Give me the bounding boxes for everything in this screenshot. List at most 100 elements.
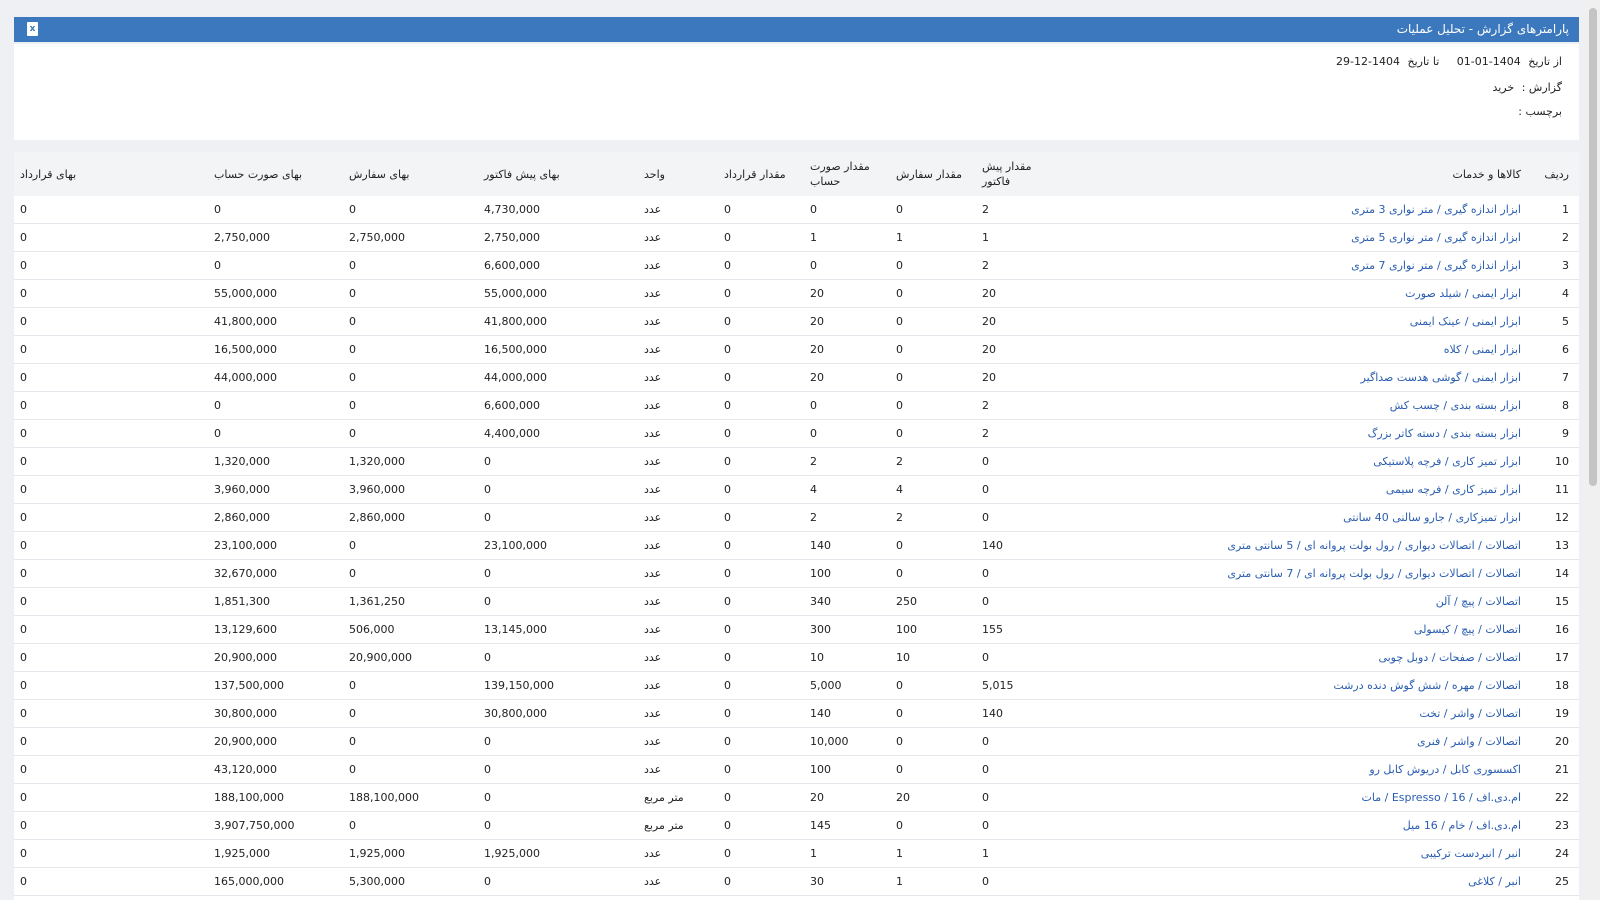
cell-unit: عدد [638,699,718,728]
table-row: 24 انبر / انبردست ترکیبی 1 1 1 0 عدد 1,925,000 1… [14,839,1579,868]
cell-contract-price: 0 [14,783,208,812]
table-row: 10 ابزار تمیز کاری / فرچه پلاستیکی 0 2 2 0 عدد… [14,447,1579,476]
cell-unit: متر مربع [638,783,718,812]
col-header-invoice-price[interactable]: بهای صورت حساب [208,152,343,196]
table-row: 1 ابزار اندازه گیری / متر نواری 3 متری 2 0 0… [14,196,1579,224]
cell-row-number: 3 [1533,251,1579,280]
excel-export-icon[interactable]: x [27,22,38,36]
cell-contract-price: 0 [14,279,208,308]
cell-order-qty: 0 [890,279,976,308]
cell-proforma-price: 4,730,000 [478,196,638,224]
cell-contract-qty: 0 [718,783,804,812]
cell-invoice-qty: 10 [804,643,890,672]
cell-proforma-price: 44,000,000 [478,363,638,392]
cell-unit: متر مربع [638,811,718,840]
cell-invoice-price: 0 [208,251,343,280]
cell-proforma-price: 41,800,000 [478,307,638,336]
cell-contract-price: 0 [14,363,208,392]
cell-item-link[interactable]: ابزار بسته بندی / دسته کاتر بزرگ [1061,419,1533,448]
cell-item-link[interactable]: اتصالات / صفحات / دوبل چوبی [1061,643,1533,672]
cell-order-qty: 0 [890,727,976,756]
cell-item-link[interactable]: ابزار اندازه گیری / متر نواری 5 متری [1061,223,1533,252]
cell-item-link[interactable]: ابزار ایمنی / کلاه [1061,335,1533,364]
cell-order-price: 2,750,000 [343,223,478,252]
cell-item-link[interactable]: اتصالات / واشر / تخت [1061,699,1533,728]
col-header-contract-qty[interactable]: مقدار قرارداد [718,152,804,196]
table-row: 22 ام.دی.اف / Espresso / 16 / مات 0 20 20 0 مت… [14,783,1579,812]
vertical-scrollbar[interactable] [1586,0,1600,900]
cell-item-link[interactable]: ابزار ایمنی / شیلد صورت [1061,279,1533,308]
cell-contract-price: 0 [14,643,208,672]
cell-proforma-qty: 0 [976,559,1061,588]
cell-contract-qty: 0 [718,643,804,672]
cell-order-price: 0 [343,279,478,308]
cell-proforma-qty: 0 [976,811,1061,840]
cell-contract-qty: 0 [718,811,804,840]
cell-item-link[interactable]: ام.دی.اف / خام / 16 میل [1061,811,1533,840]
cell-item-link[interactable]: انبر / انبردست ترکیبی [1061,839,1533,868]
cell-row-number: 4 [1533,279,1579,308]
cell-order-price: 0 [343,335,478,364]
cell-contract-qty: 0 [718,839,804,868]
col-header-row-number[interactable]: ردیف [1533,152,1579,196]
table-row: 21 اکسسوری کابل / دریوش کابل رو 0 0 100 0 عدد 0… [14,755,1579,784]
cell-row-number: 8 [1533,391,1579,420]
col-header-contract-price[interactable]: بهای قرارداد [14,152,208,196]
cell-row-number: 14 [1533,559,1579,588]
cell-item-link[interactable]: ابزار ایمنی / عینک ایمنی [1061,307,1533,336]
report-params-header: x پارامترهای گزارش - تحلیل عملیات [14,17,1579,42]
col-header-proforma-price[interactable]: بهای پیش فاکتور [478,152,638,196]
cell-proforma-price: 0 [478,559,638,588]
cell-invoice-price: 16,500,000 [208,335,343,364]
cell-row-number: 21 [1533,755,1579,784]
cell-item-link[interactable]: اتصالات / اتصالات دیواری / رول بولت پروا… [1061,531,1533,560]
cell-item-link[interactable]: اتصالات / اتصالات دیواری / رول بولت پروا… [1061,559,1533,588]
cell-item-link[interactable]: ابزار تمیزکاری / جارو سالنی 40 سانتی [1061,503,1533,532]
operations-table-container: ردیف کالاها و خدمات مقدار پیش فاکتور مقد… [14,152,1579,900]
cell-item-link[interactable]: ابزار بسته بندی / چسب کش [1061,391,1533,420]
cell-invoice-price: 3,960,000 [208,475,343,504]
cell-item-link[interactable]: انبر / کلاغی [1061,867,1533,896]
cell-row-number: 16 [1533,615,1579,644]
cell-order-price: 0 [343,699,478,728]
cell-item-link[interactable]: ابزار تمیز کاری / فرچه پلاستیکی [1061,447,1533,476]
cell-item-link[interactable]: اکسسوری کابل / دریوش کابل رو [1061,755,1533,784]
report-type-line: گزارش : خرید [1488,81,1562,94]
cell-item-link[interactable]: اتصالات / واشر / فنری [1061,727,1533,756]
col-header-order-price[interactable]: بهای سفارش [343,152,478,196]
cell-invoice-qty: 140 [804,531,890,560]
cell-contract-price: 0 [14,699,208,728]
col-header-invoice-qty[interactable]: مقدار صورت حساب [804,152,890,196]
cell-contract-qty: 0 [718,279,804,308]
cell-item-link[interactable]: اتصالات / پیچ / کیسولی [1061,615,1533,644]
cell-item-link[interactable]: ابزار اندازه گیری / متر نواری 3 متری [1061,196,1533,224]
col-header-unit[interactable]: واحد [638,152,718,196]
cell-unit: عدد [638,643,718,672]
cell-item-link[interactable]: ابزار تمیز کاری / فرچه سیمی [1061,475,1533,504]
cell-invoice-price: 0 [208,391,343,420]
cell-item-link[interactable]: ام.دی.اف / Espresso / 16 / مات [1061,783,1533,812]
cell-row-number: 5 [1533,307,1579,336]
cell-item-link[interactable]: اتصالات / مهره / شش گوش دنده درشت [1061,671,1533,700]
cell-order-price: 0 [343,727,478,756]
cell-item-link[interactable]: اتصالات / پیچ / آلن [1061,587,1533,616]
cell-unit: عدد [638,223,718,252]
cell-invoice-price: 55,000,000 [208,279,343,308]
cell-unit: عدد [638,419,718,448]
scrollbar-thumb[interactable] [1589,8,1597,486]
cell-item-link[interactable]: ابزار اندازه گیری / متر نواری 7 متری [1061,251,1533,280]
col-header-proforma-qty[interactable]: مقدار پیش فاکتور [976,152,1061,196]
cell-proforma-price: 1,925,000 [478,839,638,868]
col-header-order-qty[interactable]: مقدار سفارش [890,152,976,196]
table-row: 6 ابزار ایمنی / کلاه 20 0 20 0 عدد 16,500,000 0 1… [14,335,1579,364]
table-row: 12 ابزار تمیزکاری / جارو سالنی 40 سانتی 0 2… [14,503,1579,532]
cell-invoice-price: 2,750,000 [208,223,343,252]
cell-proforma-price: 0 [478,867,638,896]
col-header-item[interactable]: کالاها و خدمات [1061,152,1533,196]
cell-row-number: 11 [1533,475,1579,504]
cell-proforma-qty: 0 [976,503,1061,532]
cell-item-link[interactable]: ابزار ایمنی / گوشی هدست صداگیر [1061,363,1533,392]
cell-contract-qty: 0 [718,335,804,364]
cell-contract-price: 0 [14,475,208,504]
table-row: 4 ابزار ایمنی / شیلد صورت 20 0 20 0 عدد 55,000,… [14,279,1579,308]
